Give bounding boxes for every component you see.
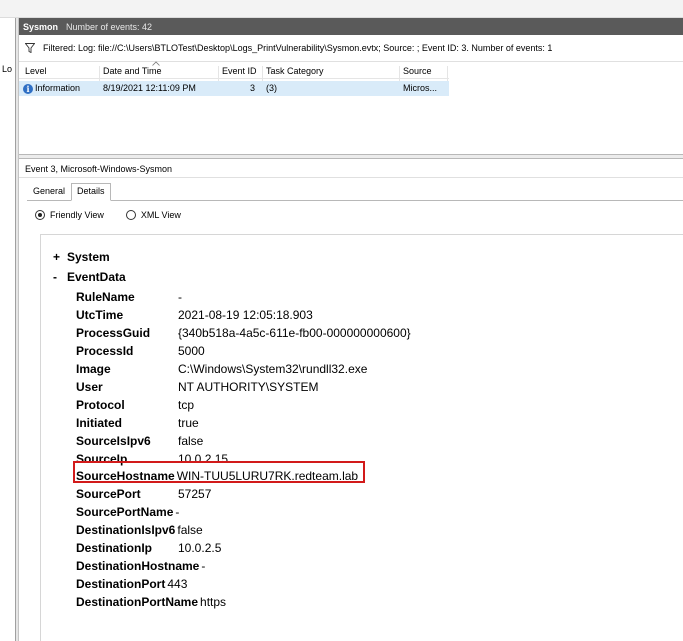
tab-general[interactable]: General [27, 183, 71, 201]
field-protocol: Protocol tcp [76, 398, 195, 412]
tree-node-system[interactable]: + System [53, 250, 110, 264]
event-list: Level Date and Time Event ID Task Catego… [19, 61, 683, 154]
col-date-time[interactable]: Date and Time [103, 66, 162, 76]
row-date-time: 8/19/2021 12:11:09 PM [103, 83, 196, 93]
row-level: Information [35, 83, 81, 93]
event-details-content: + System - EventData RuleName - UtcTime 2021… [40, 234, 683, 641]
field-destinationisipv6: DestinationIsIpv6 false [76, 523, 203, 537]
list-detail-splitter[interactable] [19, 154, 683, 159]
field-destinationportname: DestinationPortName https [76, 595, 227, 609]
filter-text: Filtered: Log: file://C:\Users\BTLOTest\… [43, 43, 553, 53]
field-image: Image C:\Windows\System32\rundll32.exe [76, 362, 368, 376]
detail-tabs: General Details [27, 183, 111, 201]
collapse-minus-icon[interactable]: - [53, 270, 67, 284]
col-source[interactable]: Source [403, 66, 432, 76]
field-processid: ProcessId 5000 [76, 344, 205, 358]
tree-node-eventdata[interactable]: - EventData [53, 270, 126, 284]
field-sourceportname: SourcePortName - [76, 505, 180, 519]
tab-details[interactable]: Details [71, 183, 111, 201]
field-destinationip: DestinationIp 10.0.2.5 [76, 541, 222, 555]
col-task-category[interactable]: Task Category [266, 66, 324, 76]
field-rulename: RuleName - [76, 290, 182, 304]
event-detail-title: Event 3, Microsoft-Windows-Sysmon [19, 160, 683, 178]
view-mode-options: Friendly View XML View [35, 210, 203, 220]
xml-view-label[interactable]: XML View [141, 210, 181, 220]
row-task-category: (3) [266, 83, 277, 93]
detail-title-text: Event 3, Microsoft-Windows-Sysmon [25, 163, 173, 174]
left-pane: Lo [0, 18, 16, 641]
field-sourceisipv6: SourceIsIpv6 false [76, 434, 204, 448]
field-initiated: Initiated true [76, 416, 199, 430]
field-processguid: ProcessGuid {340b518a-4a5c-611e-fb00-0000… [76, 326, 411, 340]
table-row[interactable]: i Information 8/19/2021 12:11:09 PM 3 (3)… [19, 81, 449, 96]
sort-chevron-icon [152, 61, 160, 66]
field-user: User NT AUTHORITY\SYSTEM [76, 380, 319, 394]
eventdata-label: EventData [67, 270, 126, 284]
system-label: System [67, 250, 110, 264]
row-event-id: 3 [250, 83, 256, 93]
information-icon: i [23, 84, 33, 94]
expand-plus-icon[interactable]: + [53, 250, 67, 264]
field-destinationhostname: DestinationHostname - [76, 559, 206, 573]
event-count: Number of events: 42 [66, 21, 153, 32]
friendly-view-radio[interactable] [35, 210, 45, 220]
list-header: Level Date and Time Event ID Task Catego… [19, 61, 449, 82]
filter-bar: Filtered: Log: file://C:\Users\BTLOTest\… [19, 35, 683, 62]
field-destinationport: DestinationPort 443 [76, 577, 188, 591]
log-title-bar: Sysmon Number of events: 42 [19, 18, 683, 35]
col-level[interactable]: Level [25, 66, 47, 76]
col-event-id[interactable]: Event ID [222, 66, 257, 76]
tab-divider [27, 200, 683, 201]
friendly-view-label[interactable]: Friendly View [50, 210, 104, 220]
xml-view-radio[interactable] [125, 210, 136, 220]
row-source: Micros... [403, 83, 438, 93]
left-pane-text: Lo [2, 64, 13, 74]
top-strip [0, 0, 683, 18]
highlight-box [73, 461, 365, 483]
field-sourceport: SourcePort 57257 [76, 487, 212, 501]
log-title: Sysmon [23, 21, 59, 32]
filter-funnel-icon [25, 43, 35, 53]
field-utctime: UtcTime 2021-08-19 12:05:18.903 [76, 308, 313, 322]
